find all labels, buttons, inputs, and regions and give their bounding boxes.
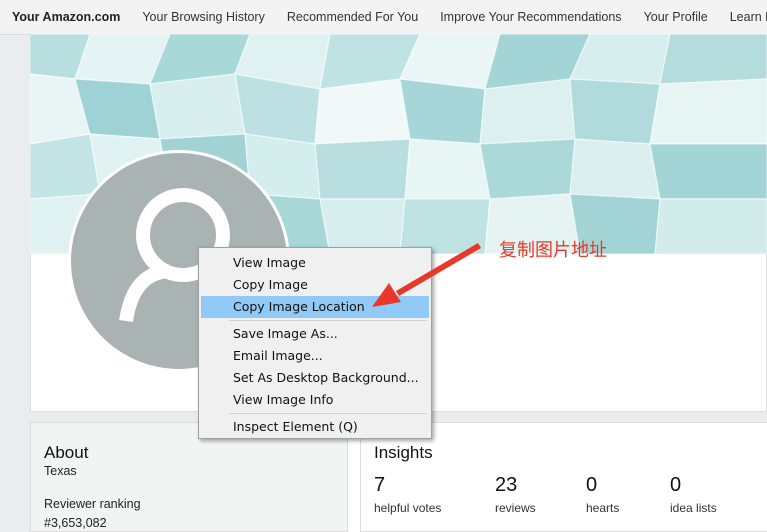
menu-view-image-info[interactable]: View Image Info [201, 389, 429, 411]
menu-save-image-as[interactable]: Save Image As... [201, 323, 429, 345]
menu-set-desktop-background[interactable]: Set As Desktop Background... [201, 367, 429, 389]
insights-heading: Insights [374, 443, 433, 462]
stat-idea-lists[interactable]: 0 idea lists [670, 473, 717, 515]
reviewer-ranking-label: Reviewer ranking [44, 497, 141, 511]
top-nav: Your Amazon.com Your Browsing History Re… [0, 0, 767, 35]
reviewer-ranking-value: #3,653,082 [44, 516, 107, 530]
menu-copy-image-location[interactable]: Copy Image Location [201, 296, 429, 318]
menu-separator [229, 413, 427, 414]
stat-value: 0 [670, 474, 682, 496]
nav-your-amazon[interactable]: Your Amazon.com [0, 10, 131, 24]
annotation-label: 复制图片地址 [499, 240, 607, 261]
about-location: Texas [44, 464, 77, 478]
nav-browsing-history[interactable]: Your Browsing History [131, 10, 276, 24]
stat-value: 23 [495, 474, 518, 496]
nav-recommended[interactable]: Recommended For You [276, 10, 429, 24]
menu-copy-image[interactable]: Copy Image [201, 274, 429, 296]
menu-email-image[interactable]: Email Image... [201, 345, 429, 367]
stat-label: helpful votes [374, 501, 442, 515]
stat-hearts: 0 hearts [586, 473, 619, 515]
menu-inspect-element[interactable]: Inspect Element (Q) [201, 416, 429, 438]
stat-reviews[interactable]: 23 reviews [495, 473, 536, 515]
nav-learn-more[interactable]: Learn Mo [719, 10, 767, 24]
menu-separator [229, 320, 427, 321]
stat-value: 7 [374, 474, 386, 496]
stat-value: 0 [586, 474, 598, 496]
about-heading: About [44, 443, 89, 462]
stat-label: idea lists [670, 501, 717, 515]
stat-label: hearts [586, 501, 620, 515]
stat-helpful-votes: 7 helpful votes [374, 473, 441, 515]
menu-view-image[interactable]: View Image [201, 252, 429, 274]
nav-your-profile[interactable]: Your Profile [633, 10, 719, 24]
stat-label: reviews [495, 501, 536, 515]
context-menu: View Image Copy Image Copy Image Locatio… [198, 247, 432, 439]
nav-improve-recommendations[interactable]: Improve Your Recommendations [429, 10, 632, 24]
